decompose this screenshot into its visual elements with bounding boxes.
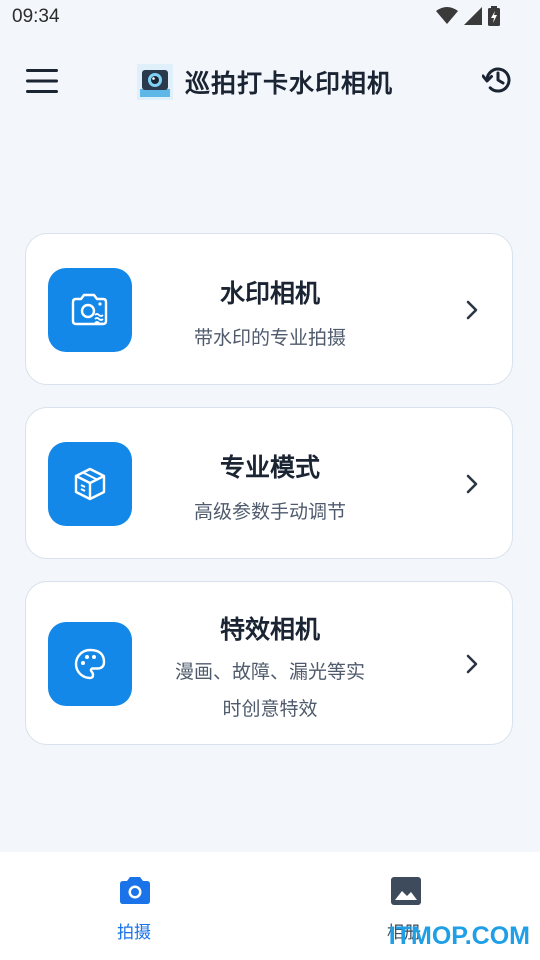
card-icon-bg <box>48 268 132 352</box>
app-bar: 巡拍打卡水印相机 <box>0 50 540 114</box>
status-time: 09:34 <box>12 6 60 27</box>
card-effects-camera[interactable]: 特效相机 漫画、故障、漏光等实 时创意特效 <box>25 581 513 745</box>
history-button[interactable] <box>481 64 514 96</box>
watermark-camera-icon <box>71 293 108 326</box>
card-pro-mode[interactable]: 专业模式 高级参数手动调节 <box>25 407 513 559</box>
app-title: 巡拍打卡水印相机 <box>185 69 394 98</box>
menu-icon <box>26 69 58 93</box>
nav-label: 拍摄 <box>117 923 151 943</box>
nav-item-capture[interactable]: 拍摄 <box>74 852 194 960</box>
palette-icon <box>74 648 106 680</box>
camera-icon <box>120 877 150 904</box>
status-bar: 09:34 <box>0 0 540 34</box>
card-subtitle: 高级参数手动调节 <box>193 501 346 523</box>
chevron-right-icon <box>466 474 478 494</box>
site-watermark: ITMOP.COM <box>388 922 530 950</box>
card-subtitle-line2: 时创意特效 <box>222 698 318 720</box>
wifi-icon <box>436 7 458 24</box>
status-icons <box>436 6 500 26</box>
signal-icon <box>464 7 482 25</box>
app-title-group: 巡拍打卡水印相机 <box>137 64 393 100</box>
card-subtitle: 带水印的专业拍摄 <box>193 327 346 349</box>
card-title: 特效相机 <box>219 615 320 644</box>
card-title: 专业模式 <box>219 453 320 482</box>
app-logo-icon <box>137 64 173 100</box>
chevron-right-icon <box>466 654 478 674</box>
chevron-right-icon <box>466 300 478 320</box>
cube-icon <box>74 467 106 501</box>
card-icon-bg <box>48 442 132 526</box>
card-title: 水印相机 <box>219 279 320 308</box>
menu-button[interactable] <box>26 66 58 96</box>
card-subtitle-line1: 漫画、故障、漏光等实 <box>174 661 365 683</box>
card-watermark-camera[interactable]: 水印相机 带水印的专业拍摄 <box>25 233 513 385</box>
card-icon-bg <box>48 622 132 706</box>
image-icon <box>391 877 421 905</box>
history-icon <box>481 67 511 93</box>
battery-icon <box>488 6 500 26</box>
